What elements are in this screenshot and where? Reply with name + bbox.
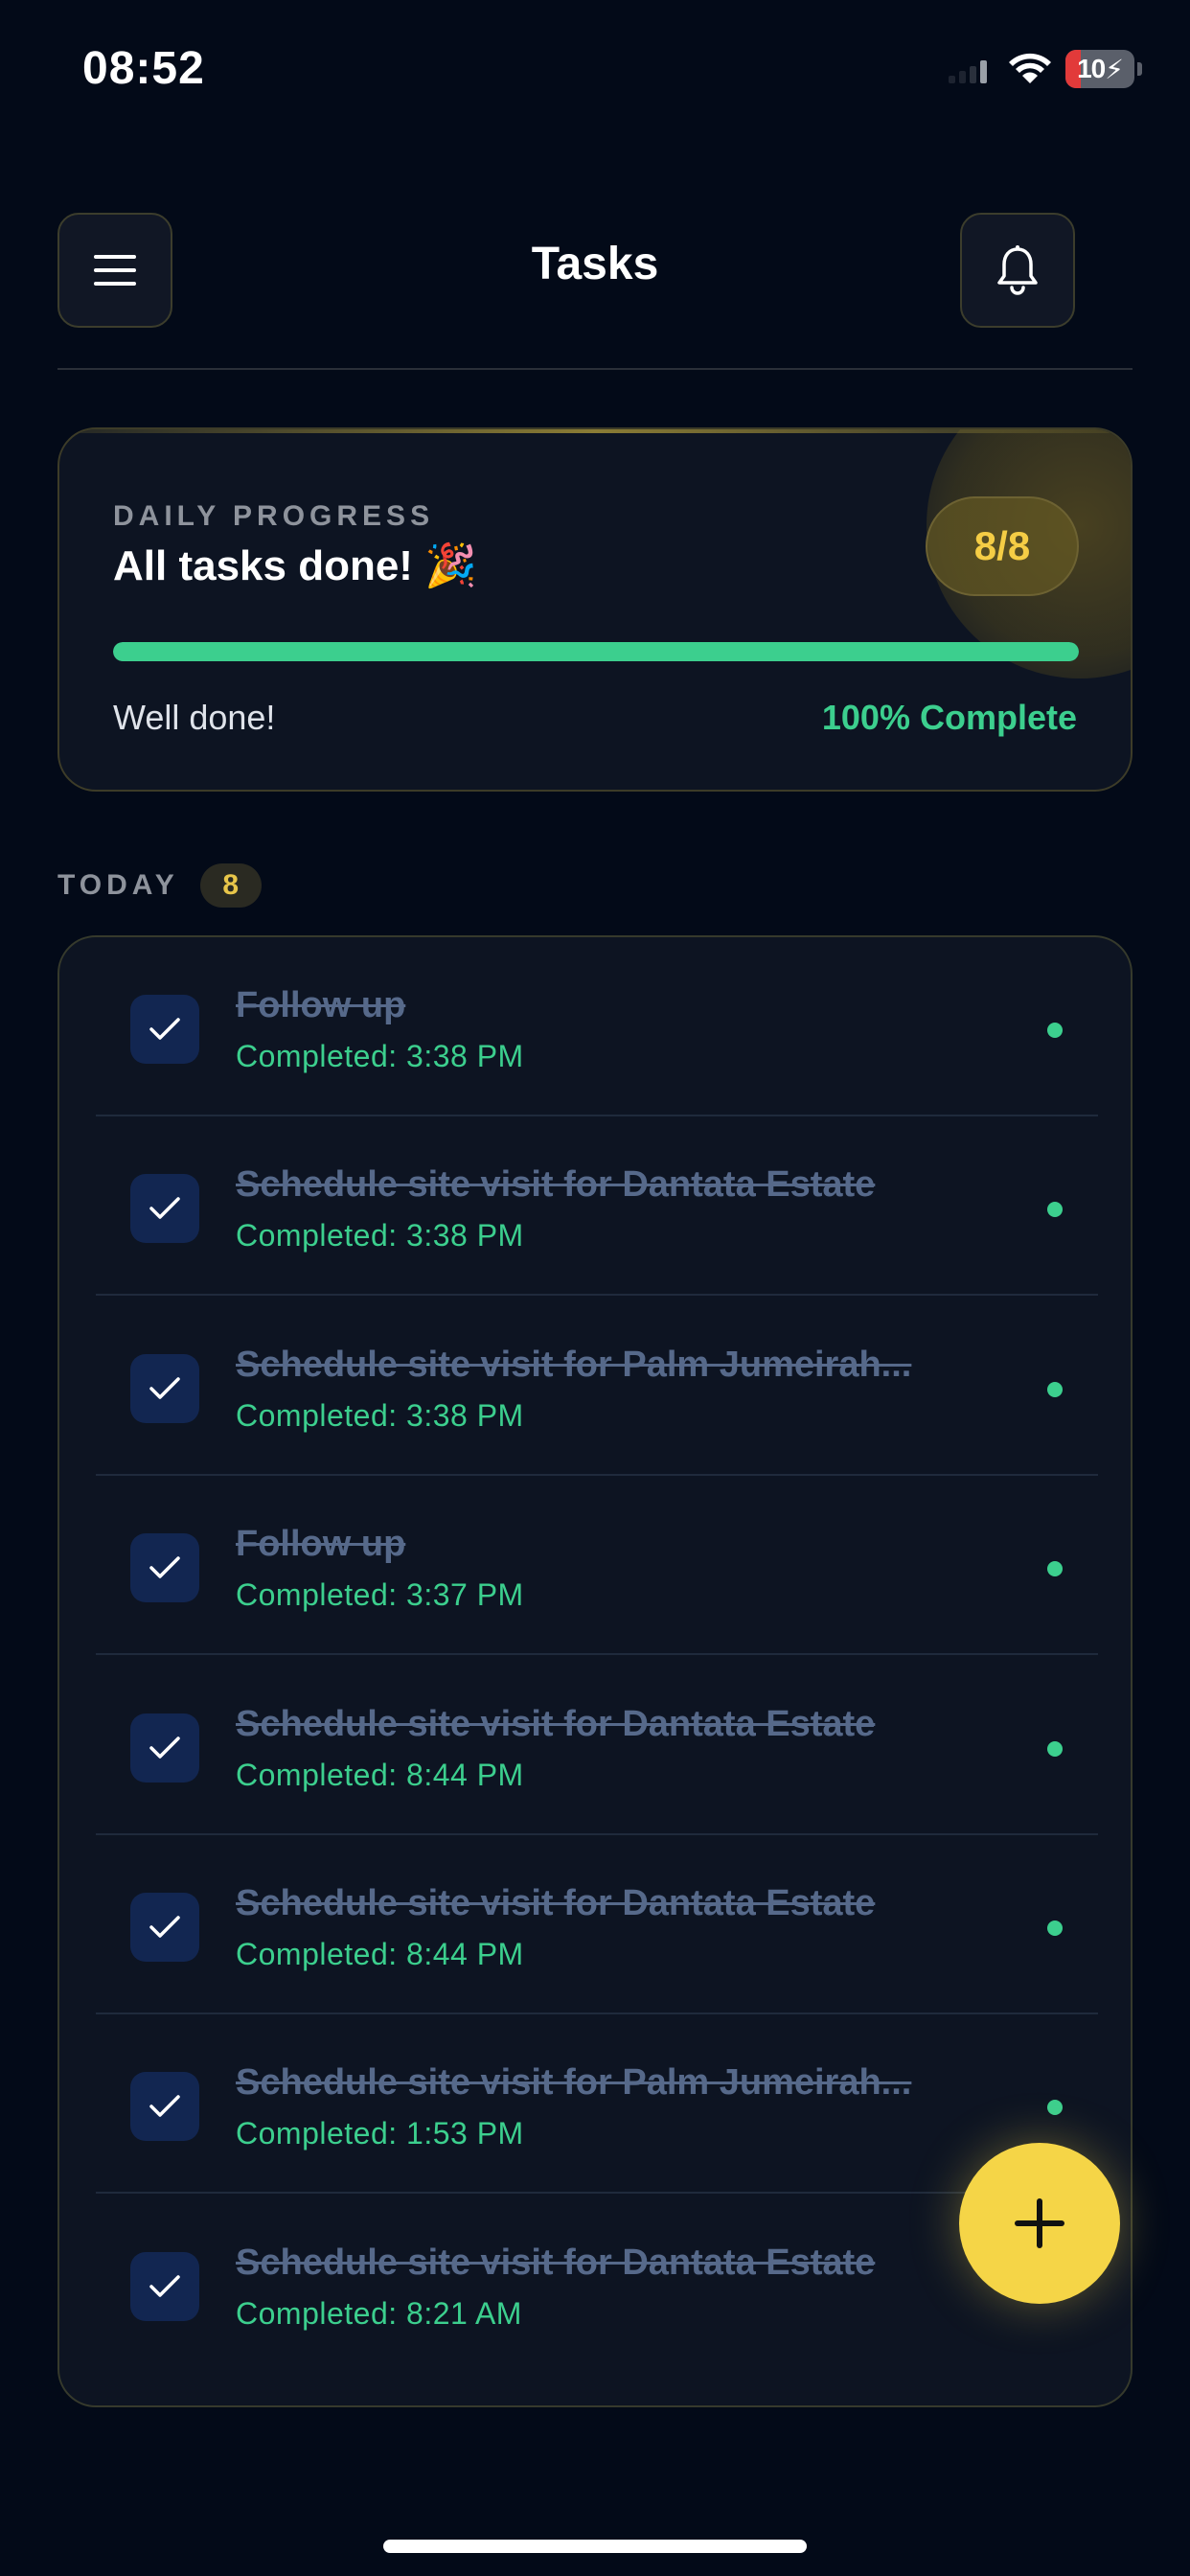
task-row[interactable]: Schedule site visit for Palm Jumeirah...… [96,1297,1098,1476]
status-dot [1047,1561,1063,1577]
status-dot [1047,1920,1063,1936]
task-checkbox[interactable] [130,1713,199,1782]
task-title: Follow up [236,985,406,1025]
battery-charging-icon: 10 ⚡ [1065,50,1142,88]
task-title: Follow up [236,1524,406,1565]
checkmark-icon [149,1556,180,1578]
status-dot [1047,2100,1063,2116]
header-divider [57,368,1133,370]
task-row[interactable]: Schedule site visit for Dantata Estate Co… [96,2195,1098,2374]
home-indicator [383,2540,807,2553]
checkmark-icon [149,2095,180,2118]
checkmark-icon [149,1916,180,1938]
progress-message: Well done! [113,698,276,737]
checkmark-icon [149,2275,180,2297]
signal-icon [949,60,987,83]
status-dot [1047,1023,1063,1038]
progress-percent: 100% Complete [821,698,1077,737]
task-checkbox[interactable] [130,2072,199,2142]
task-title: Schedule site visit for Dantata Estate [236,1164,876,1206]
task-checkbox[interactable] [130,1533,199,1603]
notifications-button[interactable] [960,213,1075,328]
task-title: Schedule site visit for Dantata Estate [236,1883,876,1923]
status-time: 08:52 [82,43,205,94]
progress-bar [113,642,1079,661]
task-row[interactable]: Follow up Completed: 3:37 PM [96,1476,1098,1656]
section-count-badge: 8 [199,863,262,908]
add-task-button[interactable] [959,2143,1120,2304]
task-completed-time: Completed: 1:53 PM [236,2116,524,2151]
checkmark-icon [149,1377,180,1399]
progress-title: All tasks done! 🎉 [113,542,477,589]
status-icons: 10 ⚡ [947,50,1142,88]
status-dot [1047,1740,1063,1757]
plus-icon [1015,2198,1064,2248]
section-title: TODAY [57,869,179,901]
checkmark-icon [149,1197,180,1220]
progress-count-badge: 8/8 [926,496,1079,596]
task-completed-time: Completed: 3:37 PM [236,1577,524,1613]
task-completed-time: Completed: 3:38 PM [236,1218,524,1254]
task-checkbox[interactable] [130,1353,199,1423]
task-checkbox[interactable] [130,1174,199,1244]
task-title: Schedule site visit for Dantata Estate [236,2242,876,2283]
task-completed-time: Completed: 8:21 AM [236,2295,522,2331]
task-row[interactable]: Follow up Completed: 3:38 PM [96,937,1098,1116]
section-header-today: TODAY 8 [57,862,262,908]
task-row[interactable]: Schedule site visit for Dantata Estate Co… [96,1116,1098,1297]
status-dot [1047,1202,1063,1218]
task-title: Schedule site visit for Palm Jumeirah... [236,1344,912,1385]
task-completed-time: Completed: 8:44 PM [236,1757,524,1792]
progress-bar-fill [113,642,1079,661]
task-row[interactable]: Schedule site visit for Palm Jumeirah...… [96,2014,1098,2195]
battery-level: 10 [1077,54,1106,83]
task-completed-time: Completed: 8:44 PM [236,1937,524,1971]
task-title: Schedule site visit for Dantata Estate [236,1703,876,1744]
daily-progress-card: DAILY PROGRESS All tasks done! 🎉 8/8 Wel… [57,427,1133,792]
task-checkbox[interactable] [130,995,199,1064]
task-title: Schedule site visit for Palm Jumeirah... [236,2062,912,2104]
bell-icon [997,245,1038,295]
task-completed-time: Completed: 3:38 PM [236,1039,524,1073]
task-completed-time: Completed: 3:38 PM [236,1397,524,1433]
task-checkbox[interactable] [130,1893,199,1962]
progress-label: DAILY PROGRESS [113,500,435,532]
task-row[interactable]: Schedule site visit for Dantata Estate Co… [96,1656,1098,1835]
checkmark-icon [149,1736,180,1759]
wifi-icon [1009,53,1051,83]
checkmark-icon [149,1018,180,1040]
task-checkbox[interactable] [130,2251,199,2321]
status-dot [1047,1381,1063,1397]
task-row[interactable]: Schedule site visit for Dantata Estate Co… [96,1835,1098,2014]
status-bar: 08:52 10 ⚡ [0,0,1190,144]
